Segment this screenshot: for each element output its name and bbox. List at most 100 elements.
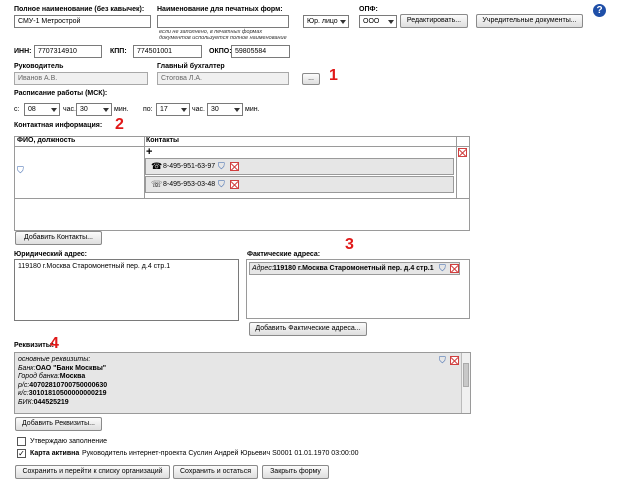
edit-requisites-icon[interactable]: ⛉ bbox=[439, 356, 448, 365]
to-hour-select[interactable]: 17 bbox=[156, 103, 190, 116]
full-name-input[interactable]: СМУ-1 Метрострой bbox=[14, 15, 151, 28]
contact-row: ☏ 8-495-953-03-48 ⛉ bbox=[145, 176, 454, 193]
opf-select[interactable]: ООО bbox=[359, 15, 397, 28]
card-active-info: Руководитель интернет-проекта Суслин Анд… bbox=[82, 450, 359, 457]
from-min-select[interactable]: 30 bbox=[76, 103, 112, 116]
requisite-line: Город банка:Москва bbox=[18, 373, 107, 382]
director-label: Руководитель bbox=[14, 63, 64, 70]
legal-address-textarea[interactable]: 119180 г.Москва Старомонетный пер. д.4 с… bbox=[14, 259, 239, 321]
add-contact-sign[interactable]: + bbox=[146, 147, 152, 158]
opf-value: ООО bbox=[363, 18, 380, 25]
print-name-input[interactable] bbox=[157, 15, 289, 28]
chevron-down-icon bbox=[234, 108, 240, 112]
requisite-label: БИК: bbox=[18, 398, 34, 406]
requisites-box: основные реквизиты: Банк:ОАО "Банк Москв… bbox=[14, 352, 471, 414]
save-and-back-button[interactable]: Сохранить и перейти к списку организаций bbox=[15, 465, 170, 479]
approve-label: Утверждаю заполнение bbox=[30, 438, 108, 445]
annotation-1: 1 bbox=[329, 67, 338, 84]
full-name-label: Полное наименование (без кавычек): bbox=[14, 6, 145, 13]
annotation-4: 4 bbox=[50, 335, 59, 352]
delete-phone-icon[interactable] bbox=[230, 162, 239, 171]
from-label: с: bbox=[14, 106, 20, 113]
add-actual-address-button[interactable]: Добавить Фактические адреса... bbox=[249, 322, 367, 336]
to-min-value: 30 bbox=[211, 106, 219, 113]
entity-type-value: Юр. лицо bbox=[307, 18, 338, 25]
card-active-label: Карта активна bbox=[30, 450, 80, 457]
requisite-value: Москва bbox=[59, 373, 86, 380]
requisite-line: БИК:044525219 bbox=[18, 399, 107, 408]
requisite-label: Город банка: bbox=[18, 373, 60, 380]
hour-label-2: час. bbox=[192, 106, 205, 113]
delete-contact-icon[interactable] bbox=[458, 148, 467, 157]
col-contacts-header: Контакты bbox=[146, 137, 180, 144]
delete-address-icon[interactable] bbox=[450, 264, 459, 273]
requisite-value: 044525219 bbox=[33, 398, 69, 406]
min-label: мин. bbox=[114, 106, 129, 113]
delete-phone-icon[interactable] bbox=[230, 180, 239, 189]
edit-phone-icon[interactable]: ⛉ bbox=[218, 180, 227, 189]
edit-address-icon[interactable]: ⛉ bbox=[439, 264, 448, 273]
delete-requisites-icon[interactable] bbox=[450, 356, 459, 365]
okpo-input[interactable]: 59805584 bbox=[231, 45, 290, 58]
requisite-line: основные реквизиты: bbox=[18, 356, 107, 365]
edit-button[interactable]: Редактировать... bbox=[400, 14, 468, 28]
to-label: по: bbox=[143, 106, 153, 113]
to-min-select[interactable]: 30 bbox=[207, 103, 243, 116]
chevron-down-icon bbox=[388, 20, 394, 24]
accountant-label: Главный бухгалтер bbox=[157, 63, 225, 70]
legal-address-value: 119180 г.Москва Старомонетный пер. д.4 с… bbox=[18, 263, 171, 270]
accountant-input[interactable]: Стогова Л.А. bbox=[157, 72, 289, 85]
director-input[interactable]: Иванов А.В. bbox=[14, 72, 148, 85]
requisites-title: Реквизиты: bbox=[14, 342, 55, 349]
question-circle-icon[interactable]: ? bbox=[593, 4, 606, 17]
scrollbar-thumb[interactable] bbox=[463, 363, 469, 387]
add-requisites-button[interactable]: Добавить Реквизиты... bbox=[15, 417, 102, 431]
entity-type-select[interactable]: Юр. лицо bbox=[303, 15, 349, 28]
requisite-line: Банк:ОАО "Банк Москвы" bbox=[18, 365, 107, 374]
save-and-stay-button[interactable]: Сохранить и остаться bbox=[173, 465, 258, 479]
inn-label: ИНН: bbox=[14, 48, 32, 55]
requisite-line: р/с:40702810700750000630 bbox=[18, 382, 107, 391]
from-min-value: 30 bbox=[80, 106, 88, 113]
inn-input[interactable]: 7707314910 bbox=[34, 45, 102, 58]
approve-checkbox[interactable] bbox=[17, 437, 26, 446]
chevron-down-icon bbox=[340, 20, 346, 24]
chevron-down-icon bbox=[181, 108, 187, 112]
select-person-button[interactable]: ... bbox=[302, 73, 320, 85]
requisite-label: р/с: bbox=[18, 381, 30, 389]
requisites-scrollbar[interactable] bbox=[461, 353, 470, 413]
print-name-hint-2: документов используется полное наименова… bbox=[159, 35, 287, 41]
card-active-checkbox[interactable]: ✓ bbox=[17, 449, 26, 458]
actual-address-value: 119180 г.Москва Старомонетный пер. д.4 с… bbox=[273, 265, 434, 272]
kpp-input[interactable]: 774501001 bbox=[133, 45, 202, 58]
close-form-button[interactable]: Закрыть форму bbox=[262, 465, 329, 479]
phone-icon: ☎ bbox=[151, 161, 163, 171]
contacts-title: Контактная информация: bbox=[14, 122, 103, 129]
fax-icon: ☏ bbox=[151, 179, 163, 189]
actual-address-prefix: Адрес: bbox=[252, 265, 274, 272]
col-person-header: ФИО, должность bbox=[17, 137, 76, 144]
hour-label: час. bbox=[63, 106, 76, 113]
add-contacts-button[interactable]: Добавить Контакты... bbox=[15, 231, 102, 245]
from-hour-value: 08 bbox=[28, 106, 36, 113]
edit-contact-icon[interactable]: ⛉ bbox=[17, 166, 26, 175]
annotation-3: 3 bbox=[345, 236, 354, 253]
annotation-2: 2 bbox=[115, 116, 124, 133]
schedule-title: Расписание работы (МСК): bbox=[14, 90, 108, 97]
requisite-label: к/с: bbox=[18, 390, 29, 397]
kpp-label: КПП: bbox=[110, 48, 127, 55]
actual-address-label: Фактические адреса: bbox=[247, 251, 321, 258]
requisite-label: Банк: bbox=[18, 364, 36, 372]
requisites-list: основные реквизиты: Банк:ОАО "Банк Москв… bbox=[18, 356, 107, 407]
opf-label: ОПФ: bbox=[359, 6, 378, 13]
requisite-value: 40702810700750000630 bbox=[29, 381, 108, 389]
requisite-value: ОАО "Банк Москвы" bbox=[35, 364, 107, 372]
okpo-label: ОКПО: bbox=[209, 48, 232, 55]
edit-phone-icon[interactable]: ⛉ bbox=[218, 162, 227, 171]
to-hour-value: 17 bbox=[160, 106, 168, 113]
from-hour-select[interactable]: 08 bbox=[24, 103, 60, 116]
founding-docs-button[interactable]: Учредительные документы... bbox=[476, 14, 583, 28]
print-name-label: Наименование для печатных форм: bbox=[157, 6, 283, 13]
chevron-down-icon bbox=[103, 108, 109, 112]
actual-address-row: Адрес: 119180 г.Москва Старомонетный пер… bbox=[249, 262, 460, 275]
